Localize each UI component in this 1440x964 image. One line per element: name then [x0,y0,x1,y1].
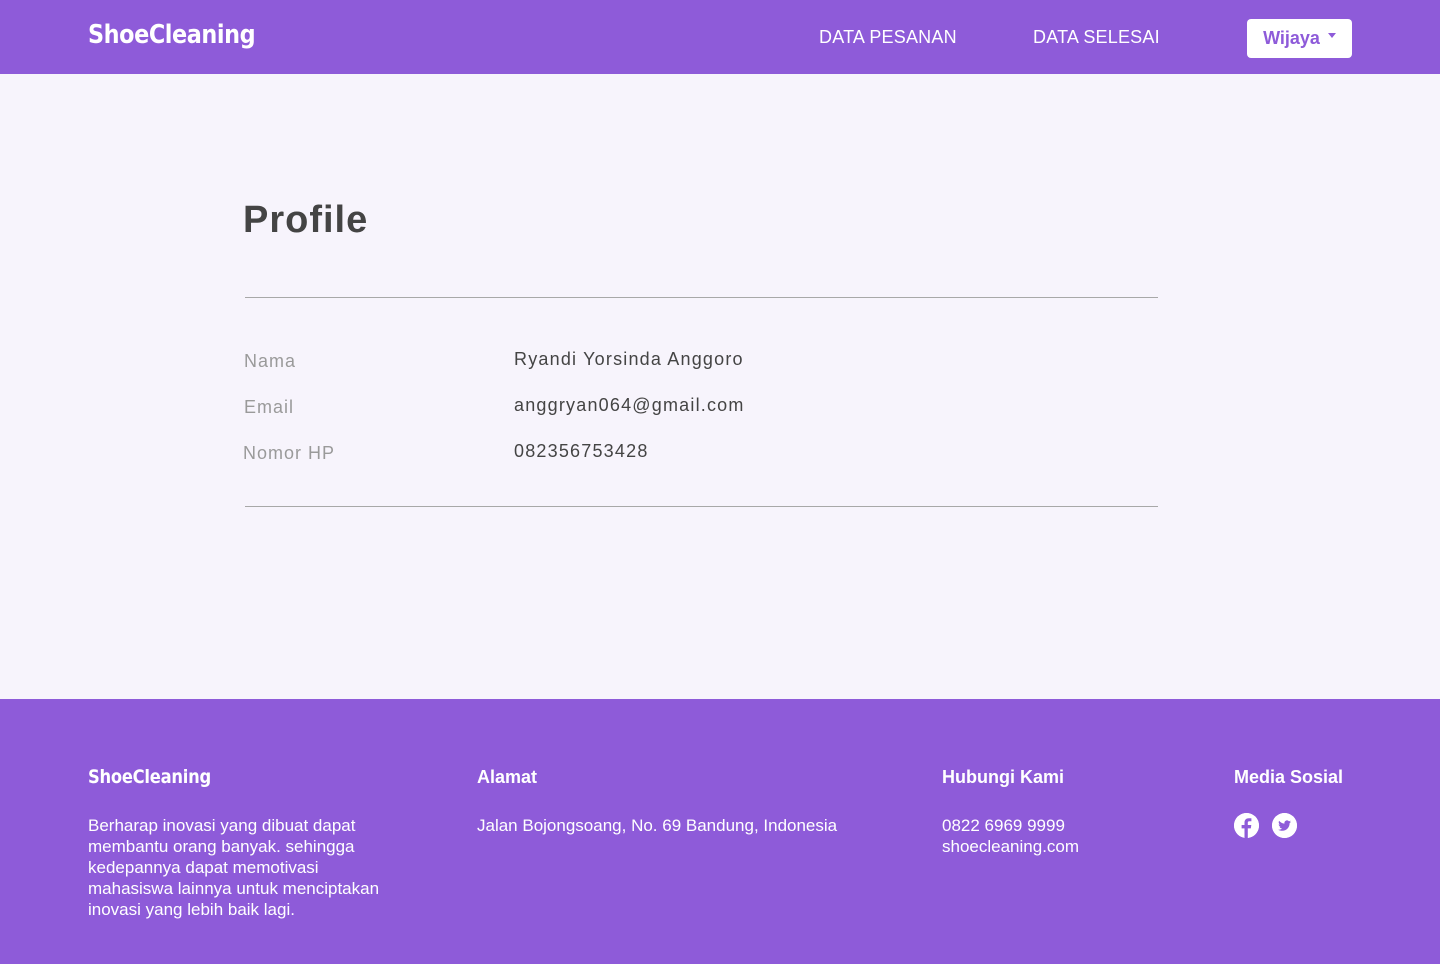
page-title: Profile [243,199,369,241]
social-icons [1234,813,1297,838]
user-menu-button[interactable]: Wijaya [1247,19,1352,58]
footer-phone: 0822 6969 9999 [942,816,1065,835]
about-line: inovasi yang lebih baik lagi. [88,900,295,919]
about-line: kedepannya dapat memotivasi [88,858,319,877]
footer-brand-logo: ShoeCleaning [88,766,211,788]
field-value-email: anggryan064@gmail.com [514,395,745,415]
field-value-nama: Ryandi Yorsinda Anggoro [514,349,744,369]
facebook-icon[interactable] [1234,813,1259,838]
chevron-down-icon [1327,33,1336,38]
footer-heading-hubungi: Hubungi Kami [942,767,1064,787]
brand-logo[interactable]: ShoeCleaning [88,20,256,50]
field-label-email: Email [244,397,295,417]
nav-link-data-pesanan[interactable]: DATA PESANAN [819,27,957,48]
about-line: membantu orang banyak. sehingga [88,837,355,856]
field-label-nama: Nama [244,351,297,371]
footer-kontak: 0822 6969 9999 shoecleaning.com [942,815,1079,857]
about-line: mahasiswa lainnya untuk menciptakan [88,879,380,898]
divider [245,297,1158,298]
footer-heading-media-sosial: Media Sosial [1234,767,1344,787]
footer-website-link[interactable]: shoecleaning.com [942,836,1079,857]
footer: ShoeCleaning Berharap inovasi yang dibua… [0,699,1440,964]
field-label-nomor-hp: Nomor HP [243,443,336,463]
footer-about-text: Berharap inovasi yang dibuat dapat memba… [88,815,418,920]
navbar: ShoeCleaning DATA PESANAN DATA SELESAI W… [0,0,1440,74]
user-menu-label: Wijaya [1263,28,1320,48]
divider [245,506,1158,507]
footer-alamat-text: Jalan Bojongsoang, No. 69 Bandung, Indon… [477,816,838,835]
field-value-nomor-hp: 082356753428 [514,441,649,461]
about-line: Berharap inovasi yang dibuat dapat [88,816,356,835]
twitter-icon[interactable] [1272,813,1297,838]
footer-heading-alamat: Alamat [477,767,538,787]
nav-link-data-selesai[interactable]: DATA SELESAI [1033,27,1160,48]
